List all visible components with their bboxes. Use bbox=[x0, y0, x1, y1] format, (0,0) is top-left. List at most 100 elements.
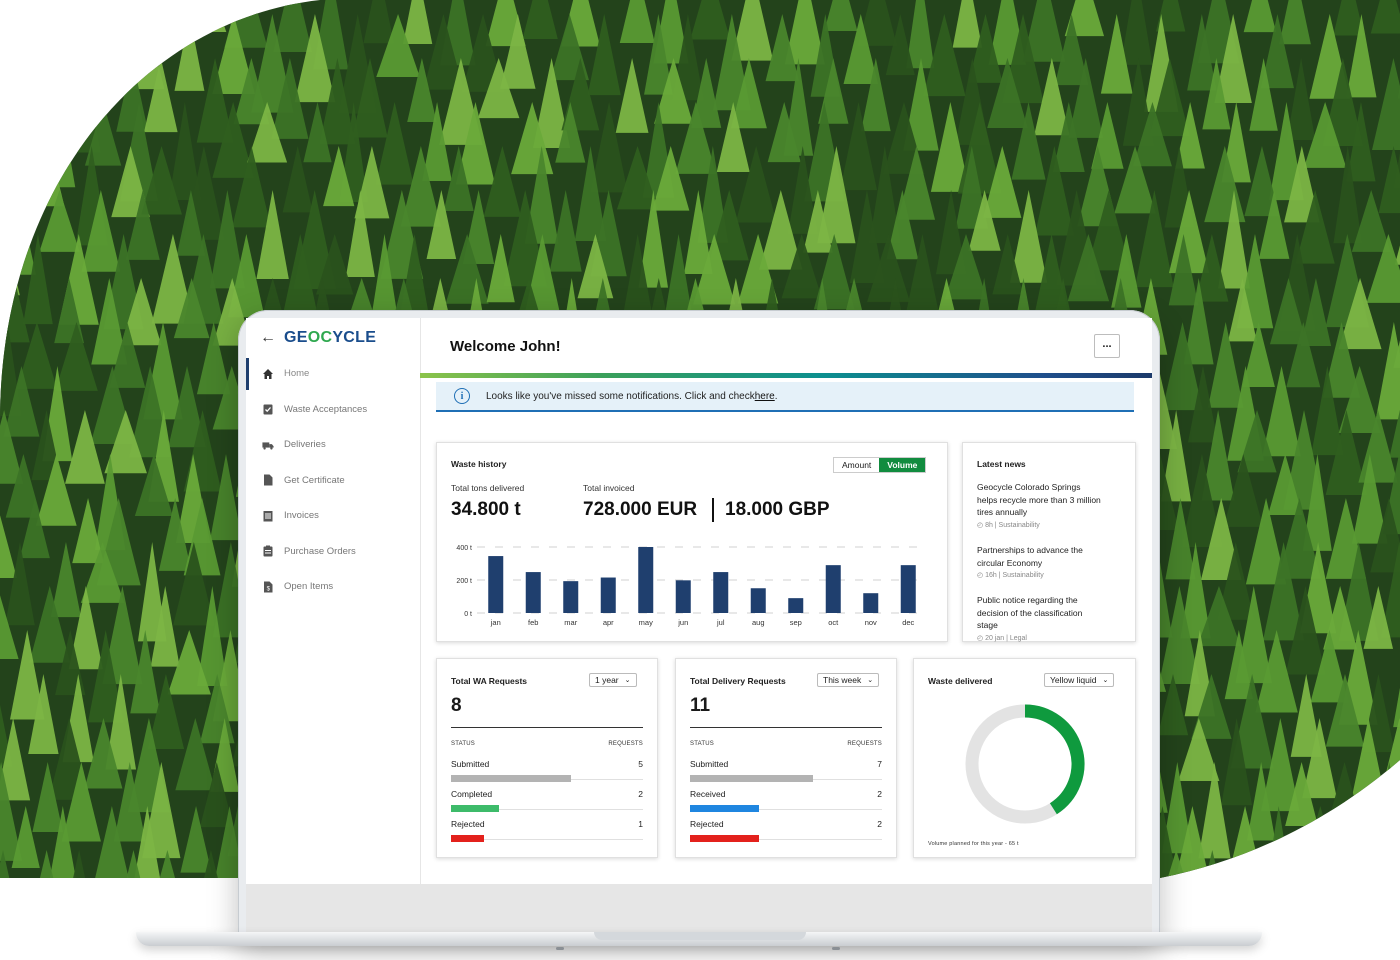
bar-jan[interactable] bbox=[488, 556, 504, 613]
tree-shape bbox=[1359, 850, 1399, 878]
progress-fill bbox=[690, 805, 759, 812]
status-label: Submitted bbox=[451, 759, 490, 769]
notification-link[interactable]: here bbox=[755, 391, 775, 402]
news-item[interactable]: Geocycle Colorado Springs helps recycle … bbox=[977, 481, 1101, 532]
value-divider bbox=[712, 498, 714, 522]
notification-text: Looks like you've missed some notificati… bbox=[486, 390, 755, 402]
bar-mar[interactable] bbox=[563, 581, 579, 613]
wa-requests-card: Total WA Requests 1 year ⌄ 8 STATUS REQUE… bbox=[436, 658, 658, 858]
bar-sep[interactable] bbox=[788, 598, 804, 613]
card-title: Waste history bbox=[451, 459, 507, 469]
waste-delivered-donut-chart bbox=[965, 704, 1085, 824]
bar-aug[interactable] bbox=[750, 588, 766, 613]
divider bbox=[451, 727, 643, 728]
bar-may[interactable] bbox=[638, 547, 654, 613]
period-dropdown[interactable]: 1 year ⌄ bbox=[589, 673, 637, 687]
news-title: Public notice regarding the decision of … bbox=[977, 595, 1083, 630]
waste-type-dropdown[interactable]: Yellow liquid ⌄ bbox=[1044, 673, 1115, 687]
tree-shape bbox=[1338, 806, 1376, 878]
period-dropdown[interactable]: This week ⌄ bbox=[817, 673, 880, 687]
x-tick-label: sep bbox=[790, 618, 802, 627]
sidebar-item-waste-acceptances[interactable]: Waste Acceptances bbox=[246, 392, 420, 428]
tree-shape bbox=[41, 14, 71, 110]
sidebar-nav: Home Waste Acceptances Deliveries Get Ce… bbox=[246, 356, 420, 605]
tree-shape bbox=[1323, 850, 1355, 878]
news-item[interactable]: Public notice regarding the decision of … bbox=[977, 594, 1101, 645]
tree-shape bbox=[0, 894, 33, 960]
tree-shape bbox=[1385, 806, 1400, 867]
progress-fill bbox=[451, 835, 484, 842]
y-tick-label: 400 t bbox=[456, 545, 472, 552]
x-tick-label: apr bbox=[603, 618, 614, 627]
x-tick-label: feb bbox=[528, 618, 538, 627]
bar-oct[interactable] bbox=[825, 565, 841, 613]
column-header-requests: REQUESTS bbox=[847, 741, 882, 747]
tree-shape bbox=[110, 0, 147, 34]
chevron-down-icon: ⌄ bbox=[1102, 677, 1109, 684]
tree-shape bbox=[0, 0, 15, 53]
sidebar-item-label: Deliveries bbox=[284, 439, 326, 451]
more-options-button[interactable]: ... bbox=[1094, 334, 1120, 358]
tons-value: 34.800 t bbox=[451, 499, 521, 520]
app-screen: ← GEOCYCLE Home Waste Acceptances Delive… bbox=[246, 318, 1152, 884]
tree-shape bbox=[0, 146, 19, 241]
logo-row: ← GEOCYCLE bbox=[260, 328, 376, 348]
x-tick-label: dec bbox=[902, 618, 914, 627]
chevron-down-icon: ⌄ bbox=[867, 677, 874, 684]
x-tick-label: may bbox=[639, 618, 653, 627]
geocycle-logo[interactable]: GEOCYCLE bbox=[284, 329, 376, 347]
waste-history-card: Waste history Amount Volume Total tons d… bbox=[436, 442, 948, 642]
tree-shape bbox=[0, 102, 35, 194]
x-tick-label: jul bbox=[716, 618, 725, 627]
toggle-amount[interactable]: Amount bbox=[834, 458, 879, 472]
tree-shape bbox=[1244, 850, 1286, 878]
sidebar-item-open-items[interactable]: $ Open Items bbox=[246, 569, 420, 605]
x-tick-label: mar bbox=[564, 618, 577, 627]
sidebar-item-invoices[interactable]: Invoices bbox=[246, 498, 420, 534]
sidebar-item-label: Invoices bbox=[284, 510, 319, 522]
request-count: 11 bbox=[690, 695, 711, 716]
tree-shape bbox=[152, 0, 190, 37]
bar-apr[interactable] bbox=[600, 577, 616, 613]
clock-icon: ◴ bbox=[977, 521, 986, 529]
status-label: Submitted bbox=[690, 759, 729, 769]
status-label: Completed bbox=[451, 789, 493, 799]
sidebar-item-home[interactable]: Home bbox=[246, 356, 420, 392]
sidebar-item-label: Home bbox=[284, 368, 310, 380]
bar-feb[interactable] bbox=[525, 572, 541, 613]
bar-jun[interactable] bbox=[675, 580, 691, 613]
open-items-icon: $ bbox=[262, 581, 274, 593]
laptop-notch bbox=[594, 932, 806, 940]
sidebar: ← GEOCYCLE Home Waste Acceptances Delive… bbox=[246, 318, 421, 884]
news-title: Geocycle Colorado Springs helps recycle … bbox=[977, 482, 1101, 517]
bar-jul[interactable] bbox=[713, 572, 729, 613]
toggle-volume[interactable]: Volume bbox=[879, 458, 926, 472]
back-arrow-icon[interactable]: ← bbox=[260, 329, 276, 347]
bar-nov[interactable] bbox=[863, 593, 879, 613]
sidebar-item-get-certificate[interactable]: Get Certificate bbox=[246, 463, 420, 499]
tree-shape bbox=[1292, 850, 1323, 878]
waste-delivered-card: Waste delivered Yellow liquid ⌄ Volume pl… bbox=[913, 658, 1136, 858]
invoiced-eur-value: 728.000 EUR bbox=[583, 499, 698, 520]
card-title: Latest news bbox=[977, 459, 1026, 469]
news-title: Partnerships to advance the circular Eco… bbox=[977, 545, 1083, 568]
bar-dec[interactable] bbox=[900, 565, 916, 613]
progress-fill bbox=[690, 835, 759, 842]
tree-shape bbox=[8, 14, 41, 100]
x-tick-label: jun bbox=[677, 618, 688, 627]
amount-volume-toggle: Amount Volume bbox=[833, 457, 927, 473]
tree-shape bbox=[26, 0, 56, 51]
volume-footnote: Volume planned for this year - 65 t bbox=[928, 841, 1019, 847]
status-label: Received bbox=[690, 789, 726, 799]
sidebar-item-purchase-orders[interactable]: Purchase Orders bbox=[246, 534, 420, 570]
tree-shape bbox=[175, 894, 208, 960]
news-item[interactable]: Partnerships to advance the circular Eco… bbox=[977, 544, 1101, 583]
clock-icon: ◴ bbox=[977, 634, 986, 642]
status-label: Rejected bbox=[451, 819, 485, 829]
column-header-status: STATUS bbox=[451, 741, 475, 747]
x-tick-label: nov bbox=[865, 618, 877, 627]
donut-segment[interactable] bbox=[1024, 704, 1085, 815]
progress-fill bbox=[690, 775, 813, 782]
invoice-icon bbox=[262, 510, 274, 522]
sidebar-item-deliveries[interactable]: Deliveries bbox=[246, 427, 420, 463]
